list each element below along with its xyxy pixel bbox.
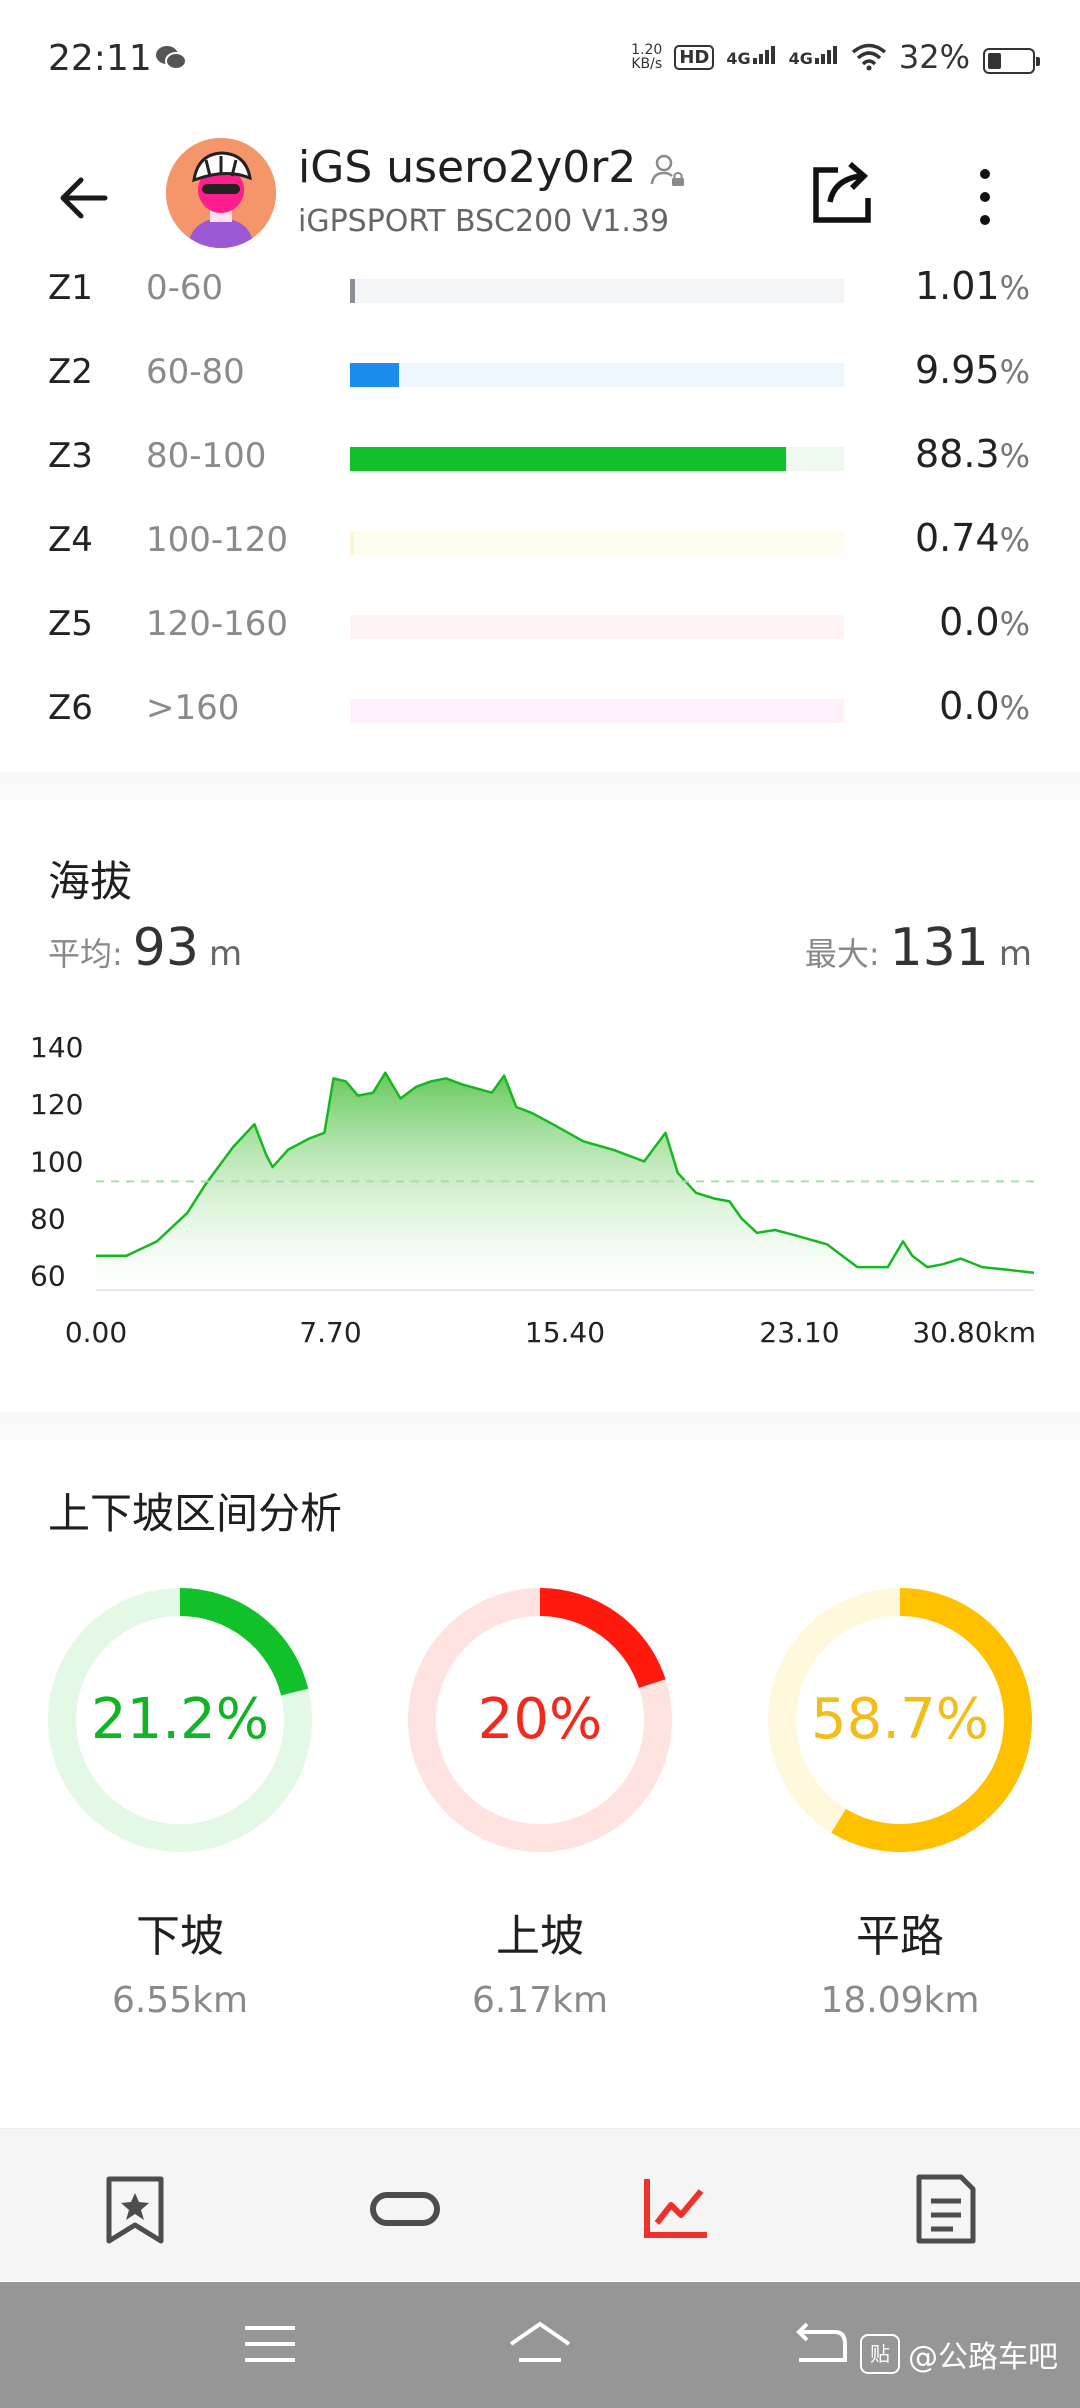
net-speed: 1.20 KB/s <box>631 42 663 72</box>
zone-range: 120-160 <box>146 604 289 644</box>
watermark: 贴 @公路车吧 <box>860 2332 1058 2376</box>
slope-analysis-card: 上下坡区间分析 21.2% 下坡 6.55km 20% 上坡 6.17km 58… <box>0 1440 1080 2090</box>
x-tick-label: 30.80km <box>912 1316 1036 1349</box>
zone-bar <box>350 363 844 387</box>
section-divider <box>0 1412 1080 1440</box>
uphill-ring: 20% <box>405 1585 675 1855</box>
status-time: 22:11 <box>48 38 152 79</box>
zone-percent: 9.95% <box>914 348 1030 392</box>
zone-bar <box>350 279 844 303</box>
downhill-label: 下坡 <box>136 1911 224 1962</box>
zone-range: 0-60 <box>146 268 224 308</box>
downhill-percent: 21.2% <box>91 1687 269 1752</box>
system-nav-bar: 贴 @公路车吧 <box>0 2282 1080 2408</box>
y-tick-label: 100 <box>30 1145 83 1178</box>
watermark-text: @公路车吧 <box>908 2340 1058 2375</box>
back-arrow-icon[interactable] <box>55 170 111 226</box>
zone-bar-fill <box>350 531 354 555</box>
zone-bar <box>350 615 844 639</box>
zone-row: Z5 120-160 0.0% <box>0 584 1080 668</box>
user-lock-icon <box>650 154 684 186</box>
altitude-title: 海拔 <box>48 857 133 906</box>
zone-list: Z1 0-60 1.01% Z2 60-80 9.95% Z3 80-100 8… <box>0 260 1080 770</box>
menu-icon[interactable] <box>235 2314 305 2374</box>
y-tick-label: 60 <box>30 1260 66 1293</box>
zone-name: Z6 <box>48 688 93 728</box>
zone-name: Z1 <box>48 268 93 308</box>
battery-icon <box>983 48 1040 74</box>
altitude-card: 海拔 平均: 93 m 最大: 131 m 140 120 100 80 60 0.00 7.70 1… <box>0 800 1080 1420</box>
x-tick-label: 7.70 <box>299 1316 361 1349</box>
document-list-icon[interactable] <box>905 2169 985 2249</box>
zone-percent: 0.0% <box>939 600 1030 644</box>
zone-name: Z4 <box>48 520 93 560</box>
flat-label: 平路 <box>856 1911 944 1962</box>
x-tick-label: 23.10 <box>759 1316 839 1349</box>
slope-analysis-title: 上下坡区间分析 <box>48 1489 343 1538</box>
zone-percent: 0.0% <box>939 684 1030 728</box>
x-tick-label: 15.40 <box>525 1316 605 1349</box>
downhill-distance: 6.55km <box>111 1980 249 2021</box>
x-tick-label: 0.00 <box>65 1316 127 1349</box>
uphill-distance: 6.17km <box>471 1980 609 2021</box>
status-bar: 22:11 1.20 KB/s HD 4G 4G 32% <box>0 0 1080 120</box>
zone-name: Z5 <box>48 604 93 644</box>
tieba-logo: 贴 <box>860 2334 900 2374</box>
zone-name: Z2 <box>48 352 93 392</box>
zone-bar-fill <box>350 363 400 387</box>
battery-percent: 32% <box>898 38 970 76</box>
uphill-percent: 20% <box>477 1687 603 1752</box>
zone-bar <box>350 447 844 471</box>
section-divider <box>0 772 1080 800</box>
zone-percent: 1.01% <box>914 264 1030 308</box>
flat-ring: 58.7% <box>765 1585 1035 1855</box>
device-subtitle: iGPSPORT BSC200 V1.39 <box>298 204 670 239</box>
zone-percent: 88.3% <box>914 432 1030 476</box>
avatar[interactable] <box>166 138 276 248</box>
bottom-tab-bar <box>0 2128 1080 2281</box>
zone-range: 60-80 <box>146 352 245 392</box>
max-altitude: 最大: 131 m <box>804 918 1032 978</box>
home-icon[interactable] <box>505 2314 575 2374</box>
zone-range: >160 <box>146 688 240 728</box>
zone-bar <box>350 699 844 723</box>
bookmark-star-icon[interactable] <box>95 2169 175 2249</box>
trend-chart-icon[interactable] <box>635 2169 715 2249</box>
uphill-label: 上坡 <box>496 1911 584 1962</box>
downhill-ring: 21.2% <box>45 1585 315 1855</box>
app-header: iGS usero2y0r2 iGPSPORT BSC200 V1.39 <box>0 120 1080 270</box>
more-options-icon[interactable] <box>970 162 1000 232</box>
zone-bar <box>350 531 844 555</box>
zone-range: 100-120 <box>146 520 289 560</box>
signal-1: 4G <box>726 46 776 68</box>
zone-row: Z3 80-100 88.3% <box>0 416 1080 500</box>
zone-name: Z3 <box>48 436 93 476</box>
avg-altitude: 平均: 93 m <box>48 918 243 978</box>
flat-distance: 18.09km <box>820 1980 980 2021</box>
loop-icon[interactable] <box>365 2169 445 2249</box>
zone-percent: 0.74% <box>914 516 1030 560</box>
y-tick-label: 80 <box>30 1203 66 1236</box>
y-tick-label: 120 <box>30 1088 83 1121</box>
zone-bar-fill <box>350 279 355 303</box>
wechat-icon <box>156 46 187 70</box>
flat-percent: 58.7% <box>811 1687 989 1752</box>
altitude-chart: 140 120 100 80 60 0.00 7.70 15.40 23.10 30.80km <box>30 1031 1036 1349</box>
share-icon[interactable] <box>808 158 878 228</box>
y-tick-label: 140 <box>30 1031 83 1064</box>
zone-range: 80-100 <box>146 436 267 476</box>
wifi-icon <box>851 43 886 71</box>
page-title: iGS usero2y0r2 <box>298 142 637 193</box>
signal-2: 4G <box>789 46 839 68</box>
zone-row: Z4 100-120 0.74% <box>0 500 1080 584</box>
zone-bar-fill <box>350 447 787 471</box>
hd-badge: HD <box>674 44 715 70</box>
zone-row: Z6 >160 0.0% <box>0 668 1080 752</box>
zone-row: Z2 60-80 9.95% <box>0 332 1080 416</box>
back-nav-icon[interactable] <box>785 2314 855 2374</box>
